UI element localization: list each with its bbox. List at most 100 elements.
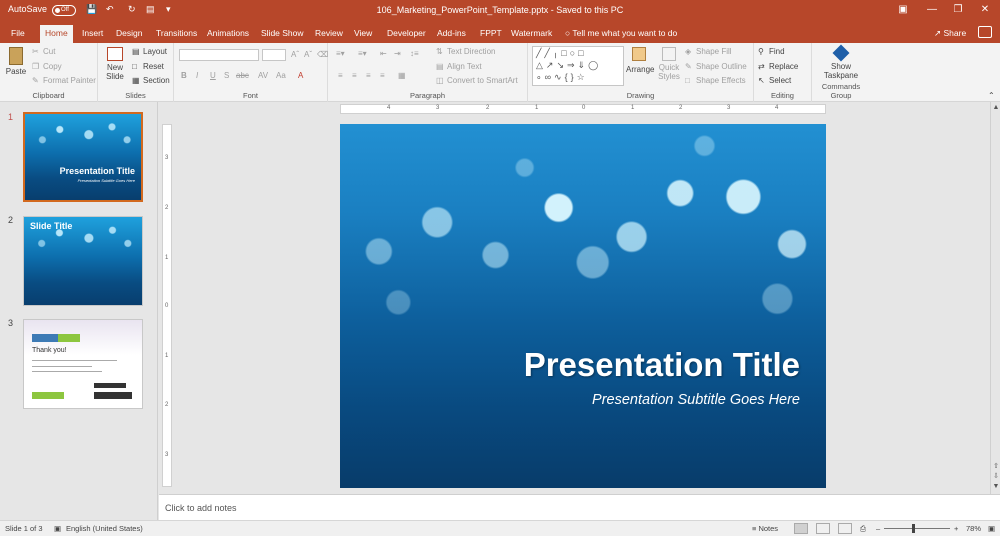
increase-font-icon[interactable]: Aˆ <box>291 50 299 59</box>
fit-to-window-icon[interactable]: ▣ <box>988 524 995 533</box>
align-left-icon[interactable]: ≡ <box>338 71 343 80</box>
find-button[interactable]: ⚲ Find <box>758 47 785 56</box>
tab-watermark[interactable]: Watermark <box>506 25 557 43</box>
font-group-label: Font <box>242 91 258 100</box>
bullets-icon[interactable]: ≡▾ <box>336 49 345 58</box>
line-spacing-icon[interactable]: ↕≡ <box>410 49 419 58</box>
notes-toggle[interactable]: ≡ Notes <box>752 524 778 533</box>
increase-indent-icon[interactable]: ⇥ <box>394 49 401 58</box>
tab-design[interactable]: Design <box>111 25 147 43</box>
previous-slide-icon[interactable]: ⇧ <box>991 462 1000 470</box>
strikethrough-button[interactable]: S <box>224 71 229 80</box>
shadow-button[interactable]: abc <box>236 71 249 80</box>
tab-animations[interactable]: Animations <box>202 25 254 43</box>
align-text-button[interactable]: ▤ Align Text <box>436 62 482 71</box>
change-case-button[interactable]: Aa <box>276 71 286 80</box>
tab-developer[interactable]: Developer <box>382 25 431 43</box>
slide-thumbnail-3[interactable]: Thank you! <box>23 319 143 409</box>
language-indicator[interactable]: English (United States) <box>66 524 143 533</box>
select-button[interactable]: ↖ Select <box>758 76 791 85</box>
format-painter-button[interactable]: ✎ Format Painter <box>32 76 96 85</box>
tell-me-search[interactable]: ○ Tell me what you want to do <box>565 25 677 43</box>
arrange-button[interactable]: Arrange <box>626 47 654 74</box>
underline-button[interactable]: U <box>210 71 216 80</box>
replace-button[interactable]: ⇄ Replace <box>758 62 798 71</box>
align-center-icon[interactable]: ≡ <box>352 71 357 80</box>
slide-canvas[interactable]: Presentation Title Presentation Subtitle… <box>340 124 826 488</box>
restore-icon[interactable]: ❐ <box>950 3 966 17</box>
ribbon-display-icon[interactable]: ▣ <box>895 3 911 17</box>
thumbnail-green-button <box>32 392 64 399</box>
text-direction-button[interactable]: ⇅ Text Direction <box>436 47 495 56</box>
notes-placeholder[interactable]: Click to add notes <box>165 503 237 513</box>
font-name-dropdown[interactable] <box>179 49 259 61</box>
layout-button[interactable]: ▤ Layout <box>132 47 167 56</box>
shape-fill-button[interactable]: ◈ Shape Fill <box>685 47 732 56</box>
slideshow-view-icon[interactable]: ⎙ <box>860 524 866 534</box>
tab-fppt[interactable]: FPPT <box>475 25 507 43</box>
tab-view[interactable]: View <box>349 25 377 43</box>
section-button[interactable]: ▦ Section <box>132 76 170 85</box>
reading-view-icon[interactable] <box>838 523 852 534</box>
slide-subtitle[interactable]: Presentation Subtitle Goes Here <box>592 392 800 408</box>
notes-pane[interactable]: Click to add notes <box>159 494 1000 520</box>
normal-view-icon[interactable] <box>794 523 808 534</box>
minimize-icon[interactable]: — <box>924 3 940 17</box>
cursor-icon: ↖ <box>758 76 765 86</box>
tab-home[interactable]: Home <box>40 25 73 43</box>
tab-add-ins[interactable]: Add-ins <box>432 25 471 43</box>
character-spacing-button[interactable]: AV <box>258 71 268 80</box>
decrease-font-icon[interactable]: Aˇ <box>304 50 312 59</box>
reset-button[interactable]: □ Reset <box>132 62 164 71</box>
tab-insert[interactable]: Insert <box>77 25 108 43</box>
scroll-up-icon[interactable]: ▲ <box>991 104 1000 111</box>
spelling-icon[interactable]: ▣ <box>54 524 61 533</box>
zoom-in-icon[interactable]: + <box>954 524 958 533</box>
decrease-indent-icon[interactable]: ⇤ <box>380 49 387 58</box>
numbering-icon[interactable]: ≡▾ <box>358 49 367 58</box>
title-bar: AutoSave Off 💾 ↶ ↻ ▤ ▾ 106_Marketing_Pow… <box>0 0 1000 22</box>
slide-thumbnail-1[interactable]: Presentation Title Presentation Subtitle… <box>23 112 143 202</box>
vertical-scrollbar[interactable]: ▲ ⇧ ⇩ ▼ <box>990 102 1000 494</box>
arrange-icon <box>632 47 646 61</box>
justify-icon[interactable]: ≡ <box>380 71 385 80</box>
slide-sorter-view-icon[interactable] <box>816 523 830 534</box>
italic-button[interactable]: I <box>196 71 198 80</box>
zoom-slider-thumb[interactable] <box>912 524 915 533</box>
ruler-tick-label: 2 <box>679 105 683 111</box>
tab-slide-show[interactable]: Slide Show <box>256 25 309 43</box>
shape-outline-button[interactable]: ✎ Shape Outline <box>685 62 747 71</box>
show-taskpane-button[interactable]: Show Taskpane <box>820 44 862 80</box>
font-size-dropdown[interactable] <box>262 49 286 61</box>
bold-button[interactable]: B <box>181 71 187 80</box>
format-painter-label: Format Painter <box>43 76 96 85</box>
convert-smartart-button[interactable]: ◫ Convert to SmartArt <box>436 76 518 85</box>
tab-review[interactable]: Review <box>310 25 348 43</box>
comments-icon[interactable] <box>978 26 992 38</box>
columns-icon[interactable]: ▦ <box>398 71 406 80</box>
zoom-out-icon[interactable]: – <box>876 524 880 533</box>
ruler-tick-label: 0 <box>165 303 169 309</box>
thumbnail-title: Slide Title <box>30 221 73 231</box>
shape-effects-button[interactable]: □ Shape Effects <box>685 76 746 85</box>
slide-thumbnail-2[interactable]: Slide Title <box>23 216 143 306</box>
next-slide-icon[interactable]: ⇩ <box>991 472 1000 480</box>
scroll-down-icon[interactable]: ▼ <box>991 483 1000 490</box>
font-color-icon[interactable]: A <box>298 71 303 80</box>
shapes-gallery[interactable]: ╱╱╷□○□ △↗↘⇒⇓◯ ∘∞∿{}☆ <box>532 46 624 86</box>
paste-button[interactable]: Paste <box>5 47 27 76</box>
zoom-level[interactable]: 78% <box>966 524 981 533</box>
copy-button[interactable]: ❐ Copy <box>32 62 62 71</box>
new-slide-button[interactable]: New Slide <box>102 47 128 81</box>
zoom-slider-track[interactable] <box>884 528 950 529</box>
tab-file[interactable]: File <box>6 25 30 43</box>
share-button[interactable]: ↗ Share <box>934 25 966 43</box>
cut-button[interactable]: ✂ Cut <box>32 47 55 56</box>
tab-transitions[interactable]: Transitions <box>151 25 202 43</box>
slide-title[interactable]: Presentation Title <box>524 346 800 384</box>
close-icon[interactable]: ✕ <box>977 3 993 17</box>
collapse-ribbon-icon[interactable]: ⌃ <box>988 91 995 100</box>
quick-styles-button[interactable]: Quick Styles <box>656 47 682 81</box>
align-right-icon[interactable]: ≡ <box>366 71 371 80</box>
clear-formatting-icon[interactable]: ⌫ <box>317 50 328 59</box>
